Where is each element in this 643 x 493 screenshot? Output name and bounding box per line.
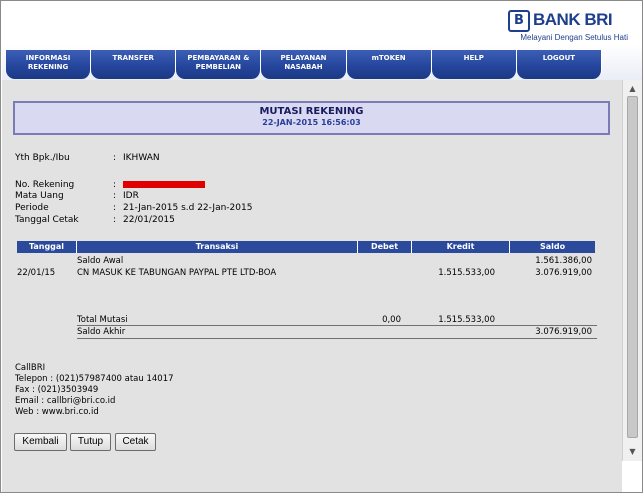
scroll-up-arrow-icon[interactable]: ▲ xyxy=(623,82,642,96)
print-button[interactable]: Cetak xyxy=(115,433,156,451)
contact-fax: Fax : (021)3503949 xyxy=(15,385,99,395)
bank-logo: B BANK BRI Melayani Dengan Setulus Hati xyxy=(508,8,628,44)
row-saldo: 3.076.919,00 xyxy=(535,268,592,278)
separator: : xyxy=(113,215,117,225)
period-label: Periode xyxy=(15,203,49,213)
row-description: CN MASUK KE TABUNGAN PAYPAL PTE LTD-BOA xyxy=(77,268,277,278)
back-button[interactable]: Kembali xyxy=(14,433,67,451)
period-value: 21-Jan-2015 s.d 22-Jan-2015 xyxy=(123,203,253,213)
contact-name: CallBRI xyxy=(15,363,46,373)
col-header-debet: Debet xyxy=(358,241,412,253)
contact-phone: Telepon : (021)57987400 atau 14017 xyxy=(15,374,174,384)
brand-name: BANK BRI xyxy=(533,10,613,29)
scroll-down-arrow-icon[interactable]: ▼ xyxy=(623,445,642,459)
separator: : xyxy=(113,191,117,201)
col-header-transaksi: Transaksi xyxy=(77,241,358,253)
transactions-table-header: Tanggal Transaksi Debet Kredit Saldo xyxy=(17,241,595,253)
browser-frame: B BANK BRI Melayani Dengan Setulus Hati … xyxy=(0,0,643,493)
nav-help[interactable]: HELP xyxy=(431,50,517,79)
total-divider xyxy=(77,325,597,326)
contact-web: Web : www.bri.co.id xyxy=(15,407,99,417)
row-date: 22/01/15 xyxy=(17,268,56,278)
closing-divider xyxy=(77,338,597,339)
opening-balance-label: Saldo Awal xyxy=(77,256,124,266)
separator: : xyxy=(113,153,117,163)
redacted-account-number xyxy=(123,181,205,188)
nav-informasi-rekening[interactable]: INFORMASI REKENING xyxy=(6,50,92,79)
bri-logo-icon: B xyxy=(508,10,530,32)
separator: : xyxy=(113,203,117,213)
col-header-saldo: Saldo xyxy=(539,242,566,251)
nav-pembayaran-pembelian[interactable]: PEMBAYARAN & PEMBELIAN xyxy=(176,50,262,79)
statement-datetime: 22-JAN-2015 16:56:03 xyxy=(262,118,361,127)
close-button[interactable]: Tutup xyxy=(70,433,111,451)
page-title: MUTASI REKENING xyxy=(259,106,364,117)
total-debet: 0,00 xyxy=(382,315,401,325)
statement-panel: MUTASI REKENING 22-JAN-2015 16:56:03 Yth… xyxy=(2,80,622,492)
currency-label: Mata Uang xyxy=(15,191,64,201)
nav-transfer[interactable]: TRANSFER xyxy=(91,50,177,79)
header: B BANK BRI Melayani Dengan Setulus Hati … xyxy=(2,2,642,80)
account-label: No. Rekening xyxy=(15,180,75,190)
print-date-label: Tanggal Cetak xyxy=(15,215,79,225)
closing-balance-label: Saldo Akhir xyxy=(77,327,126,337)
contact-email: Email : callbri@bri.co.id xyxy=(15,396,116,406)
separator: : xyxy=(113,180,117,190)
total-mutation-label: Total Mutasi xyxy=(77,315,128,325)
scrollbar-thumb[interactable] xyxy=(627,96,638,438)
vertical-scrollbar[interactable]: ▲ ▼ xyxy=(622,80,642,461)
nav-mtoken[interactable]: mTOKEN xyxy=(346,50,432,79)
greeting-label: Yth Bpk./Ibu xyxy=(15,153,70,163)
print-date-value: 22/01/2015 xyxy=(123,215,175,225)
currency-value: IDR xyxy=(123,191,139,201)
customer-name: IKHWAN xyxy=(123,153,160,163)
row-kredit: 1.515.533,00 xyxy=(438,268,495,278)
col-header-kredit: Kredit xyxy=(412,241,510,253)
brand-tagline: Melayani Dengan Setulus Hati xyxy=(520,33,628,42)
statement-title-box: MUTASI REKENING 22-JAN-2015 16:56:03 xyxy=(13,101,610,135)
total-kredit: 1.515.533,00 xyxy=(438,315,495,325)
closing-balance-value: 3.076.919,00 xyxy=(535,327,592,337)
main-nav: INFORMASI REKENING TRANSFER PEMBAYARAN &… xyxy=(6,50,602,79)
nav-logout[interactable]: LOGOUT xyxy=(516,50,602,79)
nav-pelayanan-nasabah[interactable]: PELAYANAN NASABAH xyxy=(261,50,347,79)
col-header-tanggal: Tanggal xyxy=(17,241,77,253)
opening-balance-value: 1.561.386,00 xyxy=(535,256,592,266)
